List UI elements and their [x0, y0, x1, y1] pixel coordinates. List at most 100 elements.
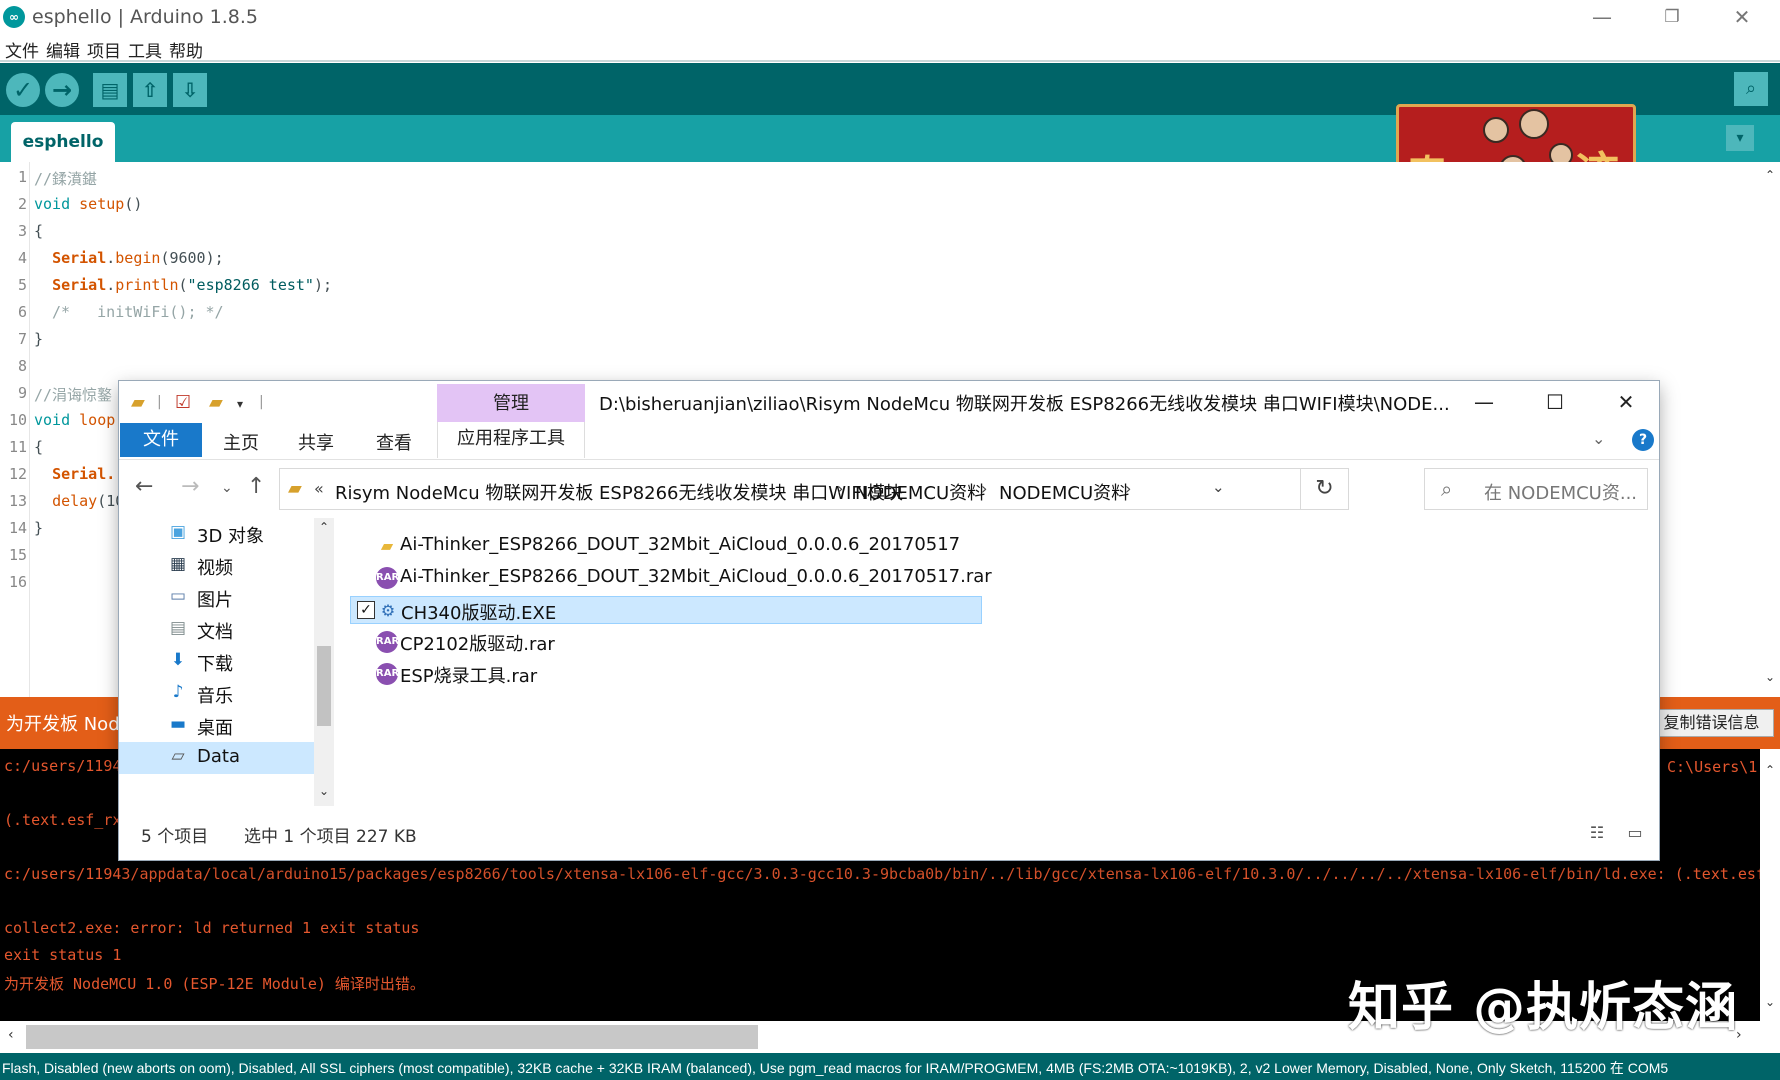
properties-icon[interactable]: ☑	[175, 392, 191, 413]
new-sketch-button[interactable]: ▤	[93, 73, 127, 107]
tab-esphello[interactable]: esphello	[11, 122, 115, 162]
nav-item-pictures[interactable]: ▭ 图片	[119, 582, 315, 614]
menu-tools[interactable]: 工具	[123, 34, 164, 62]
address-dropdown-icon[interactable]: ⌄	[1212, 478, 1225, 496]
explorer-minimize-button[interactable]: —	[1461, 385, 1507, 419]
breadcrumb-separator-icon[interactable]: ›	[837, 479, 843, 498]
arduino-logo-icon: ∞	[3, 6, 25, 28]
file-explorer-window[interactable]: ▰ | ☑ ▰ ▾ | 管理 D:\bisheruanjian\ziliao\R…	[119, 381, 1659, 860]
tab-menu-icon[interactable]: ▾	[1726, 125, 1754, 151]
upload-button[interactable]: →	[45, 73, 79, 107]
sticker-figure	[1519, 109, 1549, 139]
rar-archive-icon: RAR	[376, 567, 399, 589]
nav-item-desktop[interactable]: ▬ 桌面	[119, 710, 315, 742]
explorer-maximize-button[interactable]: ☐	[1532, 385, 1578, 419]
code-line: //涓诲惊鐜	[34, 386, 113, 404]
menu-sketch[interactable]: 项目	[82, 34, 123, 62]
help-icon[interactable]: ?	[1632, 429, 1654, 451]
breadcrumb-item[interactable]: NODEMCU资料	[855, 479, 985, 505]
code-function: setup	[79, 195, 125, 213]
new-folder-icon[interactable]: ▰	[209, 392, 223, 413]
videos-icon: ▦	[169, 554, 187, 574]
back-icon[interactable]: ←	[135, 474, 153, 499]
tab-view[interactable]: 查看	[376, 429, 412, 455]
file-item[interactable]: ▰ Ai-Thinker_ESP8266_DOUT_32Mbit_AiCloud…	[350, 532, 982, 560]
line-number: 12	[8, 465, 27, 483]
nav-item-music[interactable]: ♪ 音乐	[119, 678, 315, 710]
menu-file[interactable]: 文件	[0, 34, 41, 62]
item-checkbox[interactable]: ✓	[357, 601, 375, 619]
scroll-up-icon[interactable]: ⌃	[1762, 168, 1778, 182]
line-number: 13	[8, 492, 27, 510]
breadcrumb-separator-icon[interactable]: ›	[1125, 479, 1131, 498]
line-number: 2	[17, 195, 27, 213]
scroll-down-icon[interactable]: ⌄	[316, 784, 332, 798]
file-name: ESP烧录工具.rar	[400, 666, 538, 687]
line-number: 14	[8, 519, 27, 537]
maximize-button[interactable]: ❐	[1652, 2, 1692, 32]
serial-monitor-icon[interactable]: ⌕	[1734, 72, 1768, 106]
preview-view-icon[interactable]: ▭	[1624, 823, 1646, 843]
code-text: );	[313, 276, 333, 294]
minimize-button[interactable]: —	[1582, 2, 1622, 32]
code-keyword: void	[34, 411, 71, 429]
address-bar[interactable]: ▰ « Risym NodeMcu 物联网开发板 ESP8266无线收发模块 串…	[279, 468, 1349, 510]
breadcrumb-separator-icon[interactable]: ›	[981, 479, 987, 498]
refresh-icon[interactable]: ↻	[1300, 469, 1348, 509]
scroll-up-icon[interactable]: ⌃	[316, 520, 332, 534]
scroll-down-icon[interactable]: ⌄	[1762, 995, 1778, 1009]
scrollbar-thumb[interactable]	[26, 1025, 758, 1049]
line-number: 9	[17, 384, 27, 402]
code-line: /* initWiFi(); */	[52, 303, 224, 321]
item-count: 5 个项目	[141, 827, 209, 847]
navigation-pane-scrollbar[interactable]: ⌃ ⌄	[314, 518, 334, 806]
file-item[interactable]: RAR Ai-Thinker_ESP8266_DOUT_32Mbit_AiClo…	[350, 564, 992, 592]
tab-file[interactable]: 文件	[120, 423, 202, 457]
line-number: 10	[8, 411, 27, 429]
scroll-up-icon[interactable]: ⌃	[1762, 763, 1778, 777]
nav-item-downloads[interactable]: ⬇ 下载	[119, 646, 315, 678]
save-sketch-button[interactable]: ⇩	[173, 73, 207, 107]
navigation-pane: ▣ 3D 对象 ▦ 视频 ▭ 图片 ▤ 文档 ⬇ 下载 ♪ 音乐 ▬ 桌面 ▱	[119, 518, 315, 806]
up-icon[interactable]: ↑	[247, 474, 265, 499]
tab-home[interactable]: 主页	[223, 429, 259, 455]
line-number: 1	[17, 168, 27, 186]
search-icon: ⌕	[1441, 477, 1453, 501]
breadcrumb-item[interactable]: Risym NodeMcu 物联网开发板 ESP8266无线收发模块 串口WIF…	[335, 479, 903, 505]
scrollbar-thumb[interactable]	[317, 646, 331, 726]
search-input[interactable]: ⌕ 在 NODEMCU资...	[1424, 468, 1648, 510]
file-item[interactable]: ✓ ⚙ CH340版驱动.EXE	[350, 596, 982, 624]
tab-application-tools[interactable]: 应用程序工具	[437, 422, 585, 458]
expand-ribbon-icon[interactable]: ⌄	[1592, 429, 1605, 448]
breadcrumb-overflow-icon[interactable]: «	[314, 479, 324, 498]
copy-error-button[interactable]: 复制错误信息	[1649, 709, 1774, 737]
code-line: }	[34, 330, 44, 348]
explorer-close-button[interactable]: ✕	[1603, 385, 1649, 419]
file-item[interactable]: RAR CP2102版驱动.rar	[350, 628, 982, 656]
code-class: Serial	[52, 249, 107, 267]
forward-icon[interactable]: →	[181, 474, 199, 499]
menu-bar: 文件 编辑 项目 工具 帮助	[0, 34, 1780, 62]
nav-item-3d-objects[interactable]: ▣ 3D 对象	[119, 518, 315, 550]
customize-quick-access-icon[interactable]: ▾	[237, 397, 243, 411]
console-scrollbar[interactable]: ⌃ ⌄	[1760, 749, 1780, 1021]
file-item[interactable]: RAR ESP烧录工具.rar	[350, 660, 982, 688]
menu-help[interactable]: 帮助	[164, 34, 205, 62]
nav-item-documents[interactable]: ▤ 文档	[119, 614, 315, 646]
recent-locations-icon[interactable]: ⌄	[221, 480, 233, 496]
details-view-icon[interactable]: ☷	[1586, 823, 1608, 843]
nav-item-videos[interactable]: ▦ 视频	[119, 550, 315, 582]
open-sketch-button[interactable]: ⇧	[133, 73, 167, 107]
breadcrumb-item[interactable]: NODEMCU资料	[999, 479, 1129, 505]
nav-item-data[interactable]: ▱ Data	[119, 742, 315, 774]
tab-share[interactable]: 共享	[298, 429, 334, 455]
tab-manage[interactable]: 管理	[437, 384, 585, 422]
scroll-down-icon[interactable]: ⌄	[1762, 670, 1778, 684]
verify-button[interactable]: ✓	[6, 73, 40, 107]
editor-scrollbar[interactable]: ⌃ ⌄	[1760, 162, 1780, 697]
close-button[interactable]: ✕	[1722, 2, 1762, 32]
nav-item-label: 下载	[197, 654, 233, 675]
scroll-left-icon[interactable]: ‹	[8, 1027, 14, 1043]
code-line: delay(10	[34, 492, 124, 510]
menu-edit[interactable]: 编辑	[41, 34, 82, 62]
